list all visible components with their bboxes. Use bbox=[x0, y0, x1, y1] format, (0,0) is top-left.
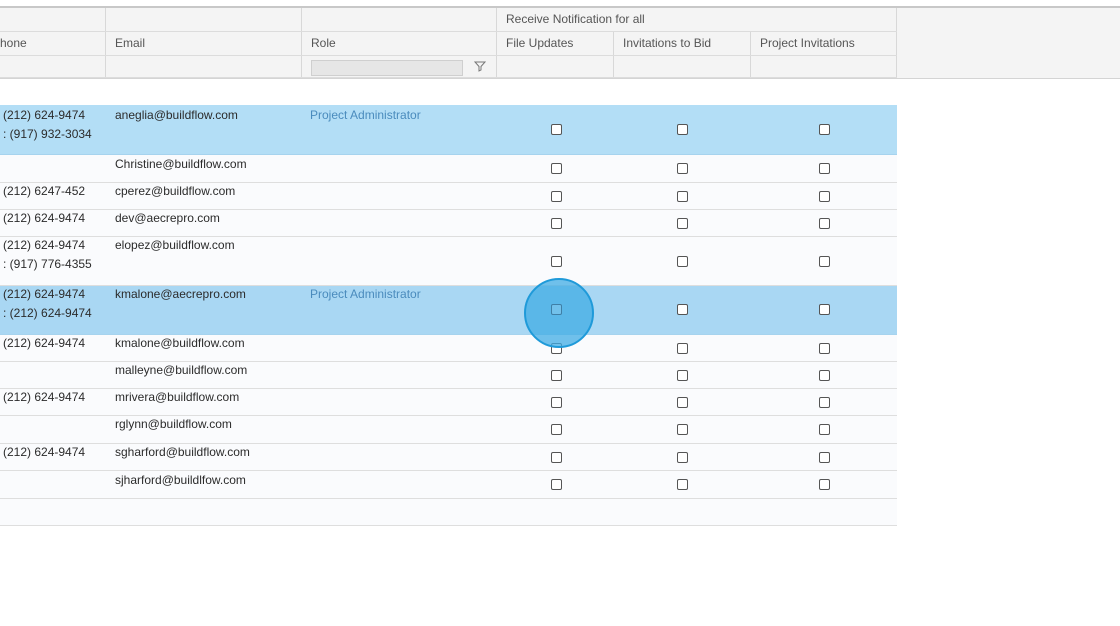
role-filter-input[interactable] bbox=[311, 60, 463, 76]
header-column-end bbox=[896, 32, 906, 55]
invitations-to-bid-checkbox[interactable] bbox=[677, 343, 688, 354]
email-cell: dev@aecrepro.com bbox=[115, 211, 220, 225]
table-row[interactable]: Christine@buildflow.com bbox=[0, 155, 897, 183]
phone2-cell: : (917) 932-3034 bbox=[3, 127, 92, 141]
project-invitations-checkbox[interactable] bbox=[819, 191, 830, 202]
table-row[interactable]: (212) 624-9474 sgharford@buildflow.com bbox=[0, 444, 897, 471]
email-cell: cperez@buildflow.com bbox=[115, 184, 236, 198]
file-updates-checkbox[interactable] bbox=[551, 163, 562, 174]
file-updates-checkbox[interactable] bbox=[551, 370, 562, 381]
table-row[interactable]: (212) 624-9474 mrivera@buildflow.com bbox=[0, 389, 897, 416]
table-row[interactable]: rglynn@buildflow.com bbox=[0, 416, 897, 444]
invitations-to-bid-checkbox[interactable] bbox=[677, 424, 688, 435]
column-header-role[interactable]: Role bbox=[301, 32, 496, 55]
invitations-to-bid-checkbox[interactable] bbox=[677, 397, 688, 408]
file-updates-checkbox[interactable] bbox=[551, 191, 562, 202]
header-group-row: Receive Notification for all bbox=[0, 8, 897, 32]
email-cell: aneglia@buildflow.com bbox=[115, 108, 238, 122]
invitations-to-bid-checkbox[interactable] bbox=[677, 370, 688, 381]
table-row[interactable]: sjharford@buildlfow.com bbox=[0, 471, 897, 499]
filter-icon[interactable] bbox=[473, 60, 487, 74]
filter-cell-invitations bbox=[613, 56, 750, 77]
column-header-invitations-to-bid[interactable]: Invitations to Bid bbox=[613, 32, 750, 55]
table-row[interactable]: (212) 624-9474 dev@aecrepro.com bbox=[0, 210, 897, 237]
file-updates-checkbox[interactable] bbox=[551, 256, 562, 267]
role-cell[interactable]: Project Administrator bbox=[310, 285, 421, 304]
filter-row-end bbox=[896, 56, 906, 77]
email-cell: Christine@buildflow.com bbox=[115, 157, 247, 171]
header-group-spacer bbox=[301, 8, 496, 31]
file-updates-checkbox[interactable] bbox=[551, 424, 562, 435]
header-columns-row: hone Email Role File Updates Invitations… bbox=[0, 32, 897, 56]
project-invitations-checkbox[interactable] bbox=[819, 256, 830, 267]
header-group-spacer bbox=[105, 8, 301, 31]
header-group-end bbox=[896, 8, 906, 31]
phone-cell: (212) 6247-452 bbox=[3, 184, 86, 198]
column-header-phone[interactable]: hone bbox=[0, 32, 105, 55]
table-row[interactable]: (212) 624-9474 kmalone@buildflow.com bbox=[0, 335, 897, 362]
project-invitations-checkbox[interactable] bbox=[819, 304, 830, 315]
email-cell: sgharford@buildflow.com bbox=[115, 445, 250, 459]
project-invitations-checkbox[interactable] bbox=[819, 163, 830, 174]
file-updates-checkbox[interactable] bbox=[551, 397, 562, 408]
invitations-to-bid-checkbox[interactable] bbox=[677, 124, 688, 135]
column-header-file-updates[interactable]: File Updates bbox=[496, 32, 614, 55]
invitations-to-bid-checkbox[interactable] bbox=[677, 163, 688, 174]
phone-cell: (212) 624-9474 bbox=[3, 238, 86, 252]
phone-cell: (212) 624-9474 bbox=[3, 287, 86, 301]
phone-cell: (212) 624-9474 bbox=[3, 211, 86, 225]
filter-cell-project bbox=[750, 56, 897, 77]
file-updates-checkbox[interactable] bbox=[551, 218, 562, 229]
phone-cell: (212) 624-9474 bbox=[3, 445, 86, 459]
invitations-to-bid-checkbox[interactable] bbox=[677, 218, 688, 229]
phone-cell: (212) 624-9474 bbox=[3, 108, 86, 122]
filter-cell-email bbox=[105, 56, 301, 77]
file-updates-checkbox-highlighted[interactable] bbox=[551, 304, 562, 315]
email-cell: elopez@buildflow.com bbox=[115, 238, 235, 252]
invitations-to-bid-checkbox[interactable] bbox=[677, 256, 688, 267]
email-cell: rglynn@buildflow.com bbox=[115, 417, 232, 431]
table-row[interactable]: (212) 624-9474 : (212) 624-9474 kmalone@… bbox=[0, 286, 897, 335]
filter-cell-file-updates bbox=[496, 56, 614, 77]
phone-cell: (212) 624-9474 bbox=[3, 336, 86, 350]
email-cell: sjharford@buildlfow.com bbox=[115, 473, 246, 487]
table-row[interactable]: (212) 624-9474 : (917) 776-4355 elopez@b… bbox=[0, 237, 897, 286]
header-group-notifications: Receive Notification for all bbox=[496, 8, 897, 31]
email-cell: kmalone@aecrepro.com bbox=[115, 287, 246, 301]
file-updates-checkbox[interactable] bbox=[551, 124, 562, 135]
email-cell: malleyne@buildflow.com bbox=[115, 363, 248, 377]
email-cell: kmalone@buildflow.com bbox=[115, 336, 245, 350]
file-updates-checkbox[interactable] bbox=[551, 479, 562, 490]
file-updates-checkbox[interactable] bbox=[551, 452, 562, 463]
project-invitations-checkbox[interactable] bbox=[819, 397, 830, 408]
phone2-cell: : (212) 624-9474 bbox=[3, 306, 92, 320]
table-row[interactable]: malleyne@buildflow.com bbox=[0, 362, 897, 389]
email-cell: mrivera@buildflow.com bbox=[115, 390, 240, 404]
empty-row bbox=[0, 499, 897, 526]
invitations-to-bid-checkbox[interactable] bbox=[677, 191, 688, 202]
invitations-to-bid-checkbox[interactable] bbox=[677, 479, 688, 490]
table-row[interactable]: (212) 624-9474 : (917) 932-3034 aneglia@… bbox=[0, 105, 897, 155]
table-row[interactable]: (212) 6247-452 cperez@buildflow.com bbox=[0, 183, 897, 210]
column-header-project-invitations[interactable]: Project Invitations bbox=[750, 32, 897, 55]
role-cell[interactable]: Project Administrator bbox=[310, 106, 421, 125]
invitations-to-bid-checkbox[interactable] bbox=[677, 304, 688, 315]
project-invitations-checkbox[interactable] bbox=[819, 218, 830, 229]
project-invitations-checkbox[interactable] bbox=[819, 424, 830, 435]
invitations-to-bid-checkbox[interactable] bbox=[677, 452, 688, 463]
phone-cell: (212) 624-9474 bbox=[3, 390, 86, 404]
phone2-cell: : (917) 776-4355 bbox=[3, 257, 92, 271]
project-invitations-checkbox[interactable] bbox=[819, 479, 830, 490]
project-invitations-checkbox[interactable] bbox=[819, 124, 830, 135]
project-invitations-checkbox[interactable] bbox=[819, 343, 830, 354]
column-header-email[interactable]: Email bbox=[105, 32, 301, 55]
project-invitations-checkbox[interactable] bbox=[819, 370, 830, 381]
project-invitations-checkbox[interactable] bbox=[819, 452, 830, 463]
